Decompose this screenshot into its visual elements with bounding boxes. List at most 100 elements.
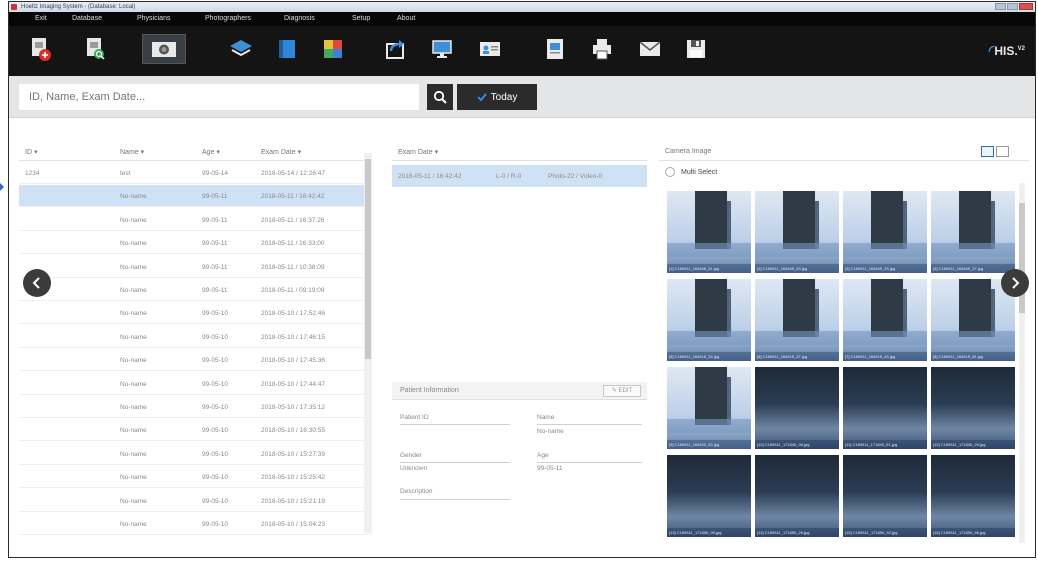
cell-name: No-name: [120, 310, 147, 318]
camera-button[interactable]: [142, 34, 186, 64]
id-card-button[interactable]: [472, 34, 508, 64]
table-row[interactable]: No-name 99-05-10 2018-05-10 / 15:27:39: [19, 443, 372, 465]
table-row[interactable]: No-name 99-05-11 2018-05-11 / 16:33:00: [19, 232, 372, 255]
camera-thumbnail[interactable]: [16] C180511_171850_66.jpg: [931, 455, 1015, 537]
cell-name: No-name: [120, 193, 147, 201]
checkmark-icon: [477, 93, 487, 102]
col-exam-date-header[interactable]: Exam Date ▾: [261, 148, 301, 156]
table-row[interactable]: No-name 99-05-11 2018-05-11 / 16:42:42: [19, 185, 372, 208]
mail-icon: [639, 41, 661, 56]
cell-exam-date: 2018-05-10 / 16:30:55: [261, 427, 325, 435]
window-controls: [995, 3, 1033, 10]
menu-setup[interactable]: Setup: [352, 15, 370, 22]
menu-photographers[interactable]: Photographers: [205, 15, 251, 22]
exam-list-header: Exam Date ▾: [392, 143, 647, 161]
age-value[interactable]: 99-05-11: [537, 465, 563, 472]
gender-divider: [400, 462, 510, 463]
table-row[interactable]: No-name 99-05-11 2018-05-11 / 09:19:09: [19, 279, 372, 301]
search-input[interactable]: [19, 84, 419, 110]
menu-about[interactable]: About: [397, 15, 415, 22]
patient-list-scrollbar[interactable]: [364, 153, 372, 533]
color-palette-button[interactable]: [315, 34, 351, 64]
table-row[interactable]: No-name 99-05-10 2018-05-10 / 17:45:36: [19, 349, 372, 372]
camera-thumbnail[interactable]: [1] C180511_163406_01.jpg: [667, 191, 751, 273]
search-button[interactable]: [427, 84, 453, 110]
name-value[interactable]: No-name: [537, 428, 564, 435]
menu-exit[interactable]: Exit: [35, 15, 47, 22]
camera-thumbnail[interactable]: [10] C180511_171840_08.jpg: [755, 367, 839, 449]
mail-button[interactable]: [632, 34, 668, 64]
grid-view-icon[interactable]: [981, 146, 994, 157]
table-row[interactable]: No-name 99-05-10 2018-05-10 / 17:46:15: [19, 326, 372, 348]
table-row[interactable]: No-name 99-05-10 2018-05-10 / 17:44:47: [19, 373, 372, 395]
layers-button[interactable]: [223, 34, 259, 64]
camera-thumbnail[interactable]: [3] C180511_163409_15.jpg: [843, 191, 927, 273]
table-row[interactable]: No-name 99-05-10 2018-05-10 / 16:30:55: [19, 419, 372, 442]
table-row[interactable]: No-name 99-05-10 2018-05-10 / 17:35:12: [19, 396, 372, 418]
menu-diagnosis[interactable]: Diagnosis: [284, 15, 315, 22]
large-grid-view-icon[interactable]: [996, 146, 1009, 157]
close-button[interactable]: [1019, 3, 1033, 10]
multi-select-radio[interactable]: [665, 167, 675, 177]
maximize-button[interactable]: [1007, 3, 1018, 10]
camera-thumbnail[interactable]: [2] C180511_163409_09.jpg: [755, 191, 839, 273]
edit-button[interactable]: ✎ EDIT: [603, 385, 641, 397]
search-patient-button[interactable]: [78, 34, 114, 64]
monitor-button[interactable]: [424, 34, 460, 64]
menu-database[interactable]: Database: [72, 15, 102, 22]
camera-thumbnail[interactable]: [5] C180511_163415_32.jpg: [667, 279, 751, 361]
camera-thumbnail[interactable]: [9] C180511_163420_02.jpg: [667, 367, 751, 449]
search-icon: [433, 90, 447, 104]
gender-value[interactable]: Unknown: [400, 465, 427, 472]
prev-button[interactable]: [23, 269, 51, 297]
minimize-button[interactable]: [995, 3, 1006, 10]
camera-thumbnail[interactable]: [7] C180511_163415_45.jpg: [843, 279, 927, 361]
cell-age: 99-05-10: [202, 380, 229, 388]
camera-scrollbar-thumb[interactable]: [1019, 203, 1025, 313]
col-exam-date-header[interactable]: Exam Date ▾: [398, 148, 438, 156]
cell-name: No-name: [120, 287, 147, 294]
add-patient-button[interactable]: [23, 34, 59, 64]
camera-thumbnail[interactable]: [13] C180511_171850_05.jpg: [667, 455, 751, 537]
today-button[interactable]: Today: [457, 84, 537, 110]
cell-exam-date: 2018-05-11 / 09:19:09: [261, 287, 325, 294]
camera-thumbnail[interactable]: [14] C180511_171850_26.jpg: [755, 455, 839, 537]
table-row[interactable]: 1234 test 99-05-14 2018-05-14 / 12:26:47: [19, 162, 372, 184]
cell-name: No-name: [120, 474, 147, 482]
next-button[interactable]: [1001, 269, 1029, 297]
camera-thumbnail[interactable]: [8] C180511_163415_51.jpg: [931, 279, 1015, 361]
thumbnail-label: [1] C180511_163406_01.jpg: [667, 264, 751, 273]
patient-id-field[interactable]: [400, 424, 510, 425]
age-divider: [537, 462, 642, 463]
printer-button[interactable]: [584, 34, 620, 64]
camera-thumbnail[interactable]: [4] C180511_163409_27.jpg: [931, 191, 1015, 273]
description-field[interactable]: [400, 499, 510, 500]
table-row[interactable]: No-name 99-05-10 2018-05-10 / 15:25:42: [19, 466, 372, 489]
multi-select[interactable]: Multi Select: [665, 167, 717, 177]
save-button[interactable]: [678, 34, 714, 64]
report-icon: [547, 39, 563, 59]
export-button[interactable]: [377, 34, 413, 64]
col-id-header[interactable]: ID ▾: [25, 148, 37, 156]
table-row[interactable]: No-name 99-05-10 2018-05-10 / 15:21:19: [19, 490, 372, 512]
table-row[interactable]: No-name 99-05-11 2018-05-11 / 10:38:09: [19, 256, 372, 278]
window-title: Hoeltz Imaging System - (Database: Local…: [21, 4, 136, 10]
report-button[interactable]: [537, 34, 573, 64]
save-icon: [687, 40, 705, 58]
patient-list: ID ▾ Name ▾ Age ▾ Exam Date ▾ 1234 test 99…: [19, 143, 372, 543]
table-row[interactable]: No-name 99-05-10 2018-05-10 / 17:52:46: [19, 302, 372, 325]
book-button[interactable]: [269, 34, 305, 64]
menu-physicians[interactable]: Physicians: [137, 15, 170, 22]
camera-thumbnail[interactable]: [15] C180511_171850_52.jpg: [843, 455, 927, 537]
col-name-header[interactable]: Name ▾: [120, 148, 144, 156]
camera-scrollbar[interactable]: [1019, 183, 1025, 543]
table-row[interactable]: No-name 99-05-11 2018-05-11 / 16:37:26: [19, 209, 372, 231]
thumbnail-label: [8] C180511_163415_51.jpg: [931, 352, 1015, 361]
scrollbar-thumb[interactable]: [365, 159, 371, 359]
camera-thumbnail[interactable]: [12] C180511_171840_25.jpg: [931, 367, 1015, 449]
col-age-header[interactable]: Age ▾: [202, 148, 220, 156]
camera-thumbnail[interactable]: [6] C180511_163415_37.jpg: [755, 279, 839, 361]
exam-row[interactable]: 2018-05-11 / 16:42:42 L-0 / R-0 Photo-22…: [392, 165, 647, 187]
table-row[interactable]: No-name 99-05-10 2018-05-10 / 15:04:23: [19, 513, 372, 535]
camera-thumbnail[interactable]: [11] C180511_171840_61.jpg: [843, 367, 927, 449]
